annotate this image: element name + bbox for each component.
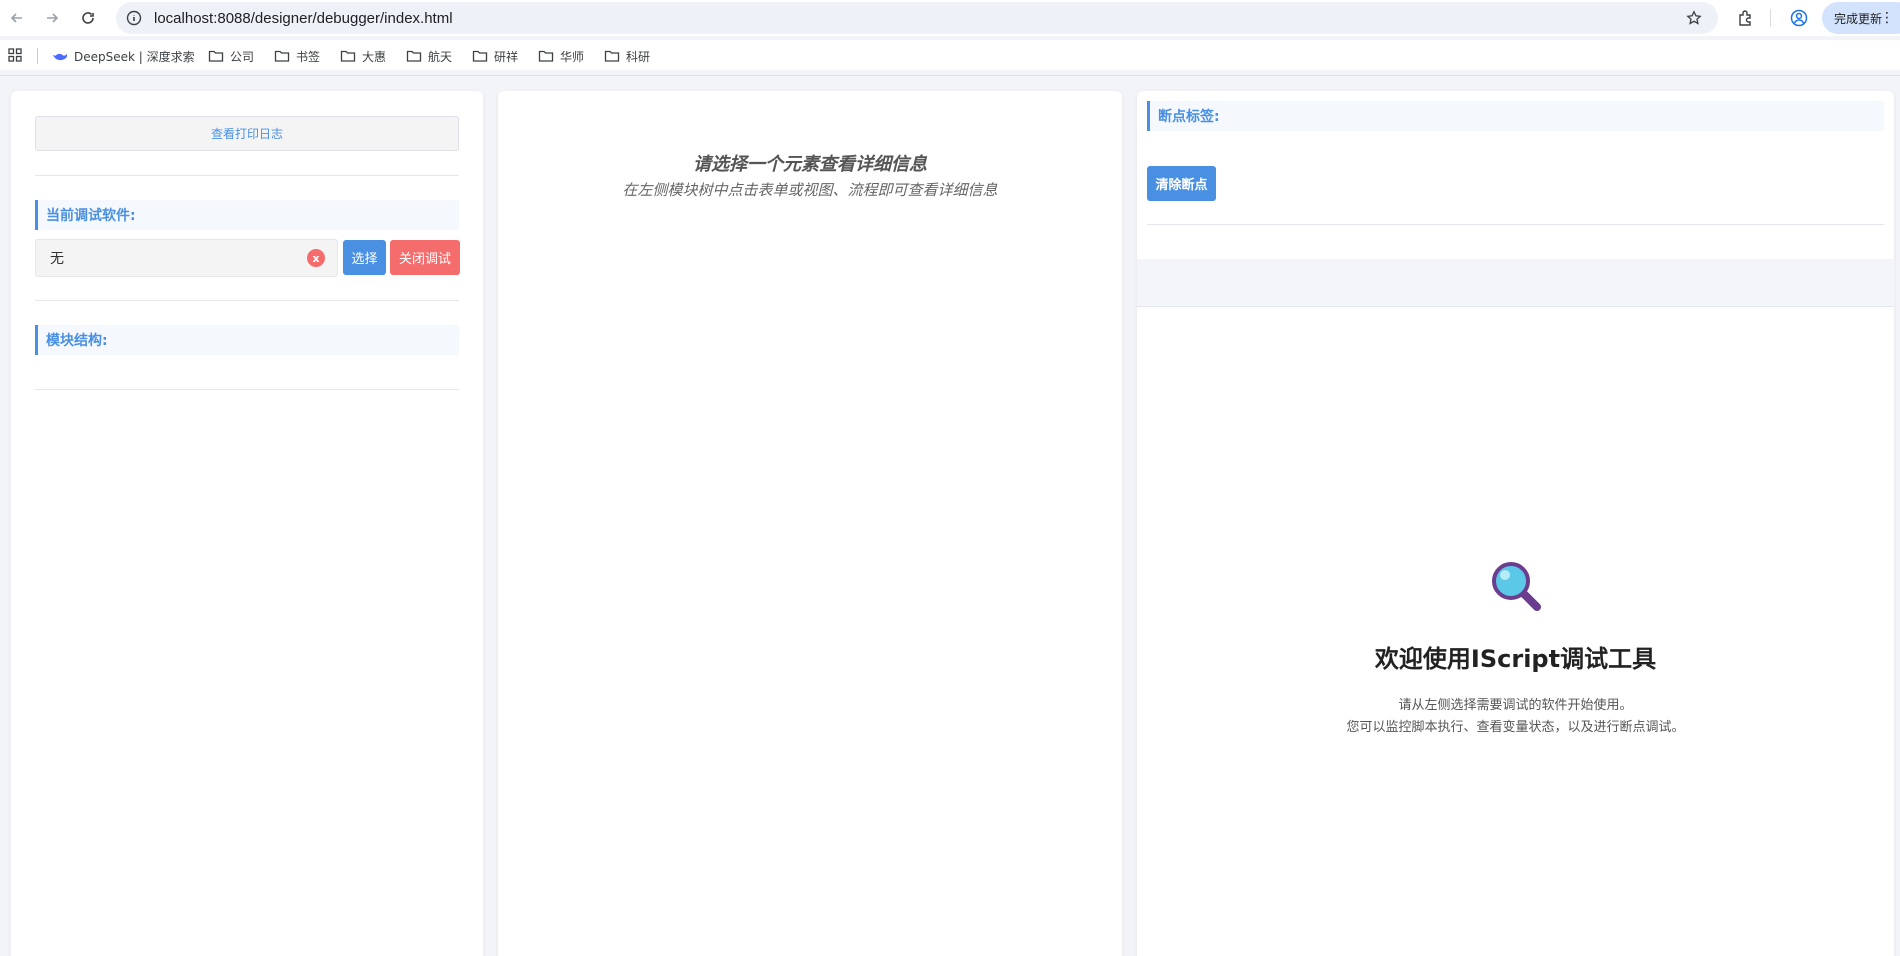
bookmark-folder-hangtian[interactable]: 航天: [406, 47, 452, 65]
apps-grid-icon[interactable]: [8, 47, 22, 66]
reload-button[interactable]: [71, 1, 105, 35]
url-text[interactable]: localhost:8088/designer/debugger/index.h…: [154, 10, 453, 27]
folder-icon: [538, 50, 554, 62]
folder-icon: [274, 50, 290, 62]
magnifier-icon: [1492, 562, 1541, 611]
breakpoint-panel: 断点标签: 清除断点 欢迎使用IScript调试工具 请从左侧选择需要调试的软件…: [1137, 91, 1894, 956]
welcome-title: 欢迎使用IScript调试工具: [1374, 645, 1657, 673]
toolbar-divider: [1770, 9, 1771, 27]
bookmark-folder-huashi[interactable]: 华师: [538, 47, 584, 65]
breakpoint-label: 断点标签:: [1147, 101, 1884, 131]
clear-breakpoints-button[interactable]: 清除断点: [1147, 166, 1216, 201]
browser-toolbar: localhost:8088/designer/debugger/index.h…: [0, 0, 1900, 36]
bookmarks-divider: [37, 48, 38, 64]
arrow-left-icon: [10, 13, 22, 23]
welcome-line-1: 请从左侧选择需要调试的软件开始使用。: [1398, 698, 1633, 713]
toolbar-band: [1137, 259, 1894, 307]
site-info-icon[interactable]: [124, 8, 144, 28]
deepseek-icon: [53, 53, 68, 61]
software-value: 无: [50, 251, 64, 267]
select-software-button[interactable]: 选择: [343, 240, 386, 275]
bookmark-star-icon[interactable]: [1684, 8, 1704, 28]
bookmark-folder-dahui[interactable]: 大惠: [340, 47, 386, 65]
current-software-label: 当前调试软件:: [35, 200, 459, 230]
clear-software-icon[interactable]: x: [307, 249, 325, 267]
back-button[interactable]: [0, 1, 34, 35]
divider: [35, 300, 459, 301]
update-label: 完成更新: [1834, 11, 1883, 26]
detail-empty-title: 请选择一个元素查看详细信息: [693, 154, 927, 175]
more-menu-icon[interactable]: ⋮: [1880, 10, 1894, 26]
divider: [35, 389, 459, 390]
bookmark-folder-shuqian[interactable]: 书签: [274, 47, 320, 65]
chrome-bottom-border: [0, 75, 1900, 76]
folder-icon: [472, 50, 488, 62]
bookmark-folder-keyan[interactable]: 科研: [604, 47, 650, 65]
module-structure-label: 模块结构:: [35, 325, 459, 355]
bookmark-folder-gongsi[interactable]: 公司: [208, 47, 254, 65]
profile-icon[interactable]: [1788, 7, 1810, 29]
bookmark-deepseek[interactable]: DeepSeek | 深度求索: [52, 47, 195, 65]
folder-icon: [604, 50, 620, 62]
detail-panel: 请选择一个元素查看详细信息 在左侧模块树中点击表单或视图、流程即可查看详细信息: [498, 91, 1122, 956]
address-bar[interactable]: localhost:8088/designer/debugger/index.h…: [116, 2, 1718, 34]
update-button[interactable]: 完成更新 ⋮: [1822, 2, 1900, 34]
extensions-icon[interactable]: [1734, 7, 1756, 29]
welcome-line-2: 您可以监控脚本执行、查看变量状态，以及进行断点调试。: [1346, 720, 1685, 735]
folder-icon: [208, 50, 224, 62]
forward-button[interactable]: [35, 1, 69, 35]
folder-icon: [340, 50, 356, 62]
reload-icon: [82, 12, 94, 24]
divider: [35, 175, 459, 176]
current-software-field[interactable]: 无 x: [35, 239, 338, 277]
arrow-right-icon: [47, 13, 59, 23]
view-print-log-button[interactable]: 查看打印日志: [35, 116, 459, 151]
close-debug-button[interactable]: 关闭调试: [390, 240, 460, 275]
bookmark-folder-yanxiang[interactable]: 研祥: [472, 47, 518, 65]
detail-empty-subtitle: 在左侧模块树中点击表单或视图、流程即可查看详细信息: [622, 181, 998, 199]
left-panel: 查看打印日志 当前调试软件: 无 x 选择 关闭调试 模块结构:: [11, 91, 483, 956]
folder-icon: [406, 50, 422, 62]
divider: [1147, 224, 1884, 225]
